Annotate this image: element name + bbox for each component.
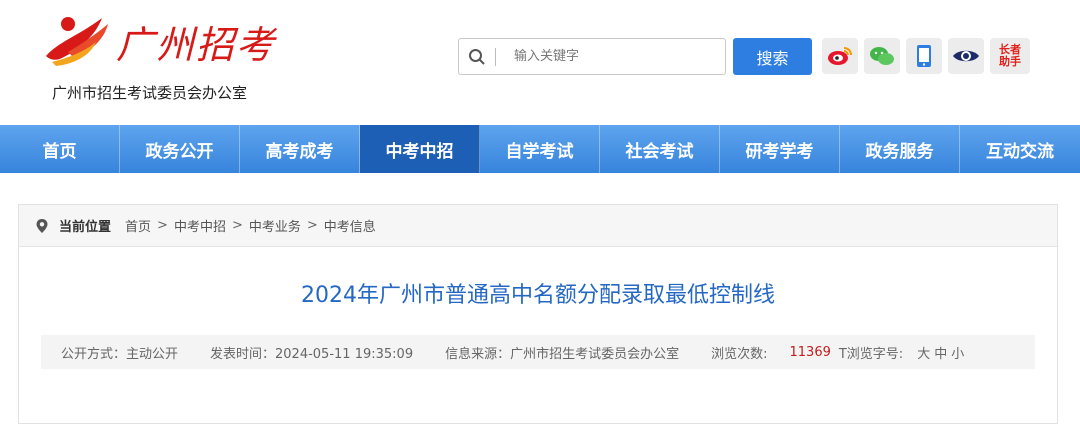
search-input[interactable] (496, 39, 725, 74)
publish-time: 发表时间：2024-05-11 19:35:09 (210, 346, 414, 362)
breadcrumb-link-home[interactable]: 首页 (125, 216, 151, 235)
font-size-medium[interactable]: 中 (934, 343, 947, 362)
weibo-icon[interactable] (822, 38, 858, 74)
logo-subtitle: 广州市招生考试委员会办公室 (52, 84, 248, 102)
search-box (458, 38, 726, 75)
article-title: 2024年广州市普通高中名额分配录取最低控制线 (301, 283, 775, 308)
eye-icon[interactable] (948, 38, 984, 74)
nav-item-self-study[interactable]: 自学考试 (480, 125, 600, 173)
main-nav: 首页 政务公开 高考成考 中考中招 自学考试 社会考试 研考学考 政务服务 互动… (0, 125, 1080, 173)
site-logo[interactable]: 广州招考 广州市招生考试委员会办公室 (38, 12, 278, 102)
search-button[interactable]: 搜索 (733, 38, 812, 75)
nav-item-zhongkao[interactable]: 中考中招 (360, 125, 480, 173)
font-size-large[interactable]: 大 (917, 343, 930, 362)
disclosure-method: 公开方式：主动公开 (61, 346, 179, 362)
search-icon (459, 39, 495, 74)
nav-item-gov-affairs[interactable]: 政务公开 (120, 125, 240, 173)
breadcrumb-link-zhongkao[interactable]: 中考中招 (174, 216, 226, 235)
elder-assistant-button[interactable]: 长者 助手 (990, 38, 1030, 74)
site-header: 广州招考 广州市招生考试委员会办公室 搜索 (0, 0, 1080, 125)
info-source: 信息来源：广州市招生考试委员会办公室 (445, 346, 680, 362)
nav-item-postgrad[interactable]: 研考学考 (720, 125, 840, 173)
breadcrumb: 当前位置 首页 > 中考中招 > 中考业务 > 中考信息 (19, 205, 1057, 247)
nav-item-gov-services[interactable]: 政务服务 (840, 125, 960, 173)
breadcrumb-separator: > (306, 218, 318, 233)
nav-item-social-exams[interactable]: 社会考试 (600, 125, 720, 173)
article-panel: 当前位置 首页 > 中考中招 > 中考业务 > 中考信息 2024年广州市普通高… (18, 204, 1058, 424)
breadcrumb-label: 当前位置 (59, 220, 112, 235)
views-count: 11369 (789, 344, 831, 360)
nav-item-interaction[interactable]: 互动交流 (960, 125, 1080, 173)
font-size-small[interactable]: 小 (951, 343, 964, 362)
breadcrumb-link-info[interactable]: 中考信息 (324, 216, 376, 235)
article-meta: 公开方式：主动公开 发表时间：2024-05-11 19:35:09 信息来源：… (41, 335, 1035, 369)
breadcrumb-separator: > (231, 218, 243, 233)
breadcrumb-link-business[interactable]: 中考业务 (249, 216, 301, 235)
wechat-icon[interactable] (864, 38, 900, 74)
mobile-icon[interactable] (906, 38, 942, 74)
views-label: 浏览次数: (711, 346, 768, 362)
torch-flame-icon (46, 17, 108, 66)
elder-label-line2: 助手 (999, 55, 1021, 68)
breadcrumb-separator: > (157, 218, 168, 233)
nav-item-home[interactable]: 首页 (0, 125, 120, 173)
nav-item-gaokao[interactable]: 高考成考 (240, 125, 360, 173)
location-pin-icon (36, 218, 48, 233)
logo-title: 广州招考 (116, 23, 277, 67)
font-size-label: T浏览字号: (838, 346, 904, 362)
